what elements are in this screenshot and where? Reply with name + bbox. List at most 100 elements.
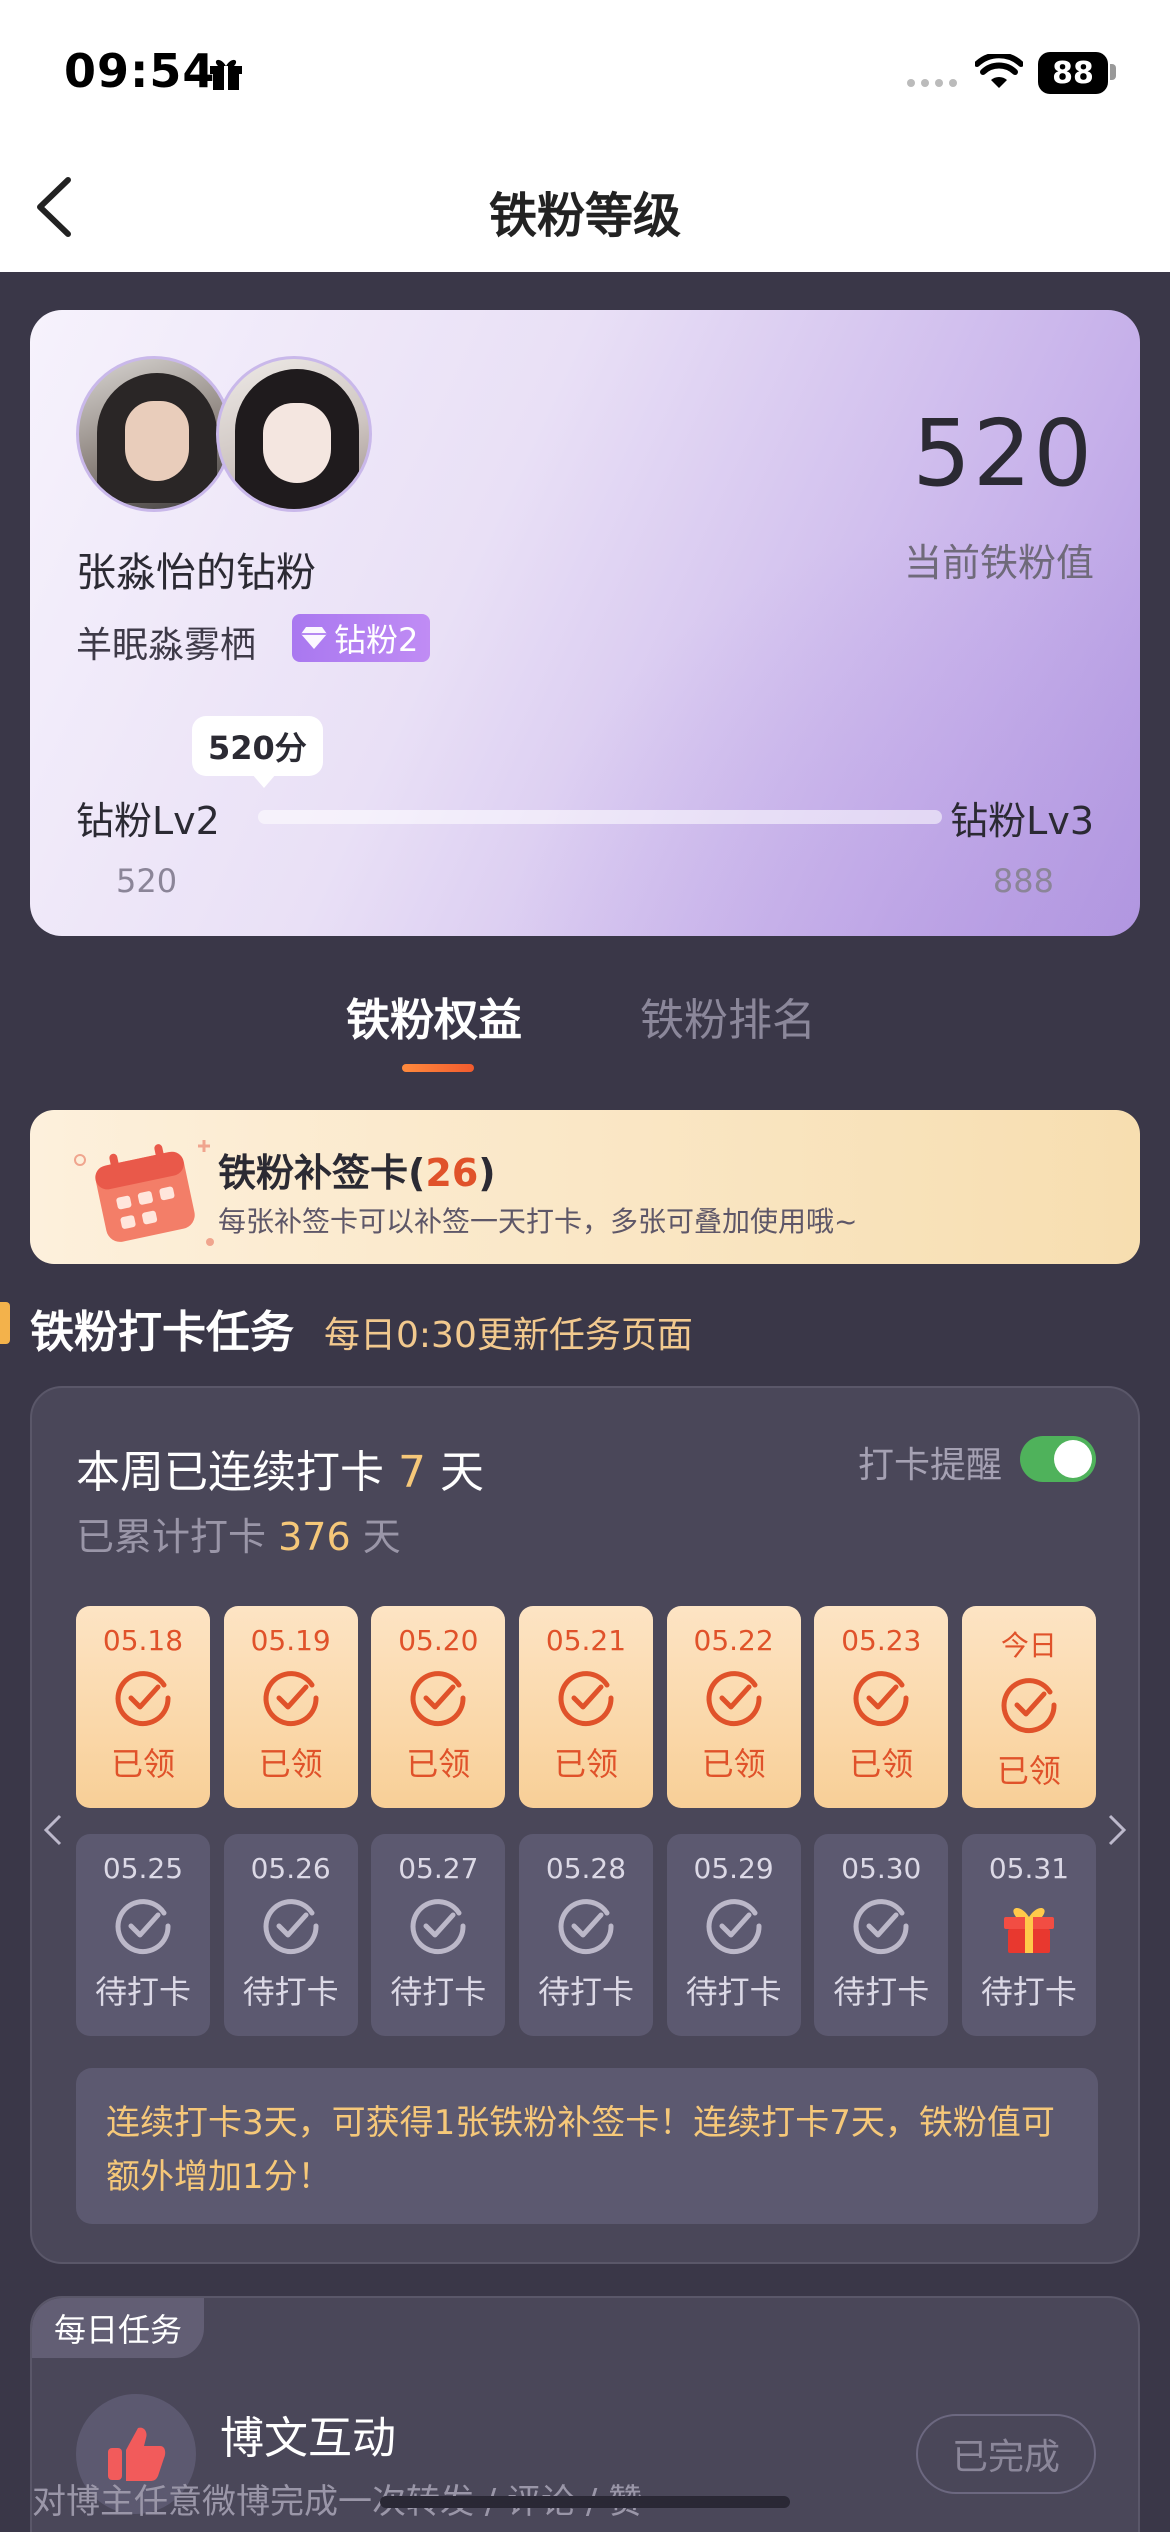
makeup-card-banner[interactable]: 铁粉补签卡(26) 每张补签卡可以补签一天打卡，多张可叠加使用哦~ [30, 1110, 1140, 1264]
checkin-day-date: 05.23 [841, 1624, 922, 1657]
check-circle-icon [410, 1899, 466, 1955]
checkin-day-status: 已领 [849, 1745, 914, 1783]
checkin-day-status: 待打卡 [833, 1973, 930, 2011]
streak-text: 本周已连续打卡 7 天 [76, 1447, 484, 1498]
checkin-day[interactable]: 05.22 已领 [666, 1606, 801, 1808]
fan-title: 张淼怡的钻粉 [76, 550, 316, 596]
checkin-day[interactable]: 05.21 已领 [518, 1606, 653, 1808]
gift-icon [1003, 1907, 1054, 1953]
checkin-day[interactable]: 05.26 待打卡 [223, 1834, 358, 2036]
checkin-section-subtitle: 每日0:30更新任务页面 [324, 1315, 693, 1356]
check-circle-icon [853, 1671, 909, 1727]
chevron-left-icon[interactable] [42, 1812, 64, 1848]
checkin-day[interactable]: 今日 已领 [961, 1606, 1096, 1808]
check-circle-icon [706, 1899, 762, 1955]
checkin-day-status: 待打卡 [537, 1973, 634, 2011]
checkin-day-date: 05.18 [102, 1624, 184, 1657]
checkin-day-date: 05.28 [545, 1852, 627, 1885]
battery-tip [1110, 64, 1116, 80]
checkin-day[interactable]: 05.29 待打卡 [666, 1834, 801, 2036]
status-time: 09:54 [64, 44, 216, 98]
checkin-day-date: 05.21 [545, 1624, 627, 1657]
check-circle-icon [706, 1671, 762, 1727]
checkin-day-status: 待打卡 [685, 1973, 782, 2011]
wifi-icon [975, 54, 1023, 88]
checkin-day-status: 已领 [553, 1745, 618, 1783]
next-level: 钻粉Lv3 [950, 799, 1094, 843]
chevron-right-icon[interactable] [1106, 1812, 1128, 1848]
checkin-day[interactable]: 05.20 已领 [371, 1606, 506, 1808]
tab-underline [402, 1064, 474, 1072]
checkin-day-status: 已领 [406, 1745, 471, 1783]
checkin-day-date: 05.19 [250, 1624, 331, 1657]
checkin-day-date: 05.30 [841, 1852, 922, 1885]
checkin-day[interactable]: 05.18 已领 [76, 1606, 210, 1808]
diamond-icon [301, 627, 327, 649]
score-bubble: 520分 [192, 716, 323, 776]
makeup-card-description: 每张补签卡可以补签一天打卡，多张可叠加使用哦~ [218, 1205, 858, 1238]
checkin-day-status: 已领 [996, 1752, 1061, 1790]
check-circle-icon [558, 1899, 614, 1955]
home-indicator [380, 2496, 790, 2508]
checkin-day[interactable]: 05.25 待打卡 [76, 1834, 210, 2036]
check-circle-icon [1001, 1678, 1057, 1734]
checkin-day[interactable]: 05.23 已领 [814, 1606, 949, 1808]
checkin-day-status: 已领 [258, 1745, 323, 1783]
check-circle-icon [410, 1671, 466, 1727]
battery-icon: 88 [1038, 52, 1108, 94]
checkin-day-date: 05.20 [398, 1624, 479, 1657]
page-title: 铁粉等级 [488, 188, 681, 244]
tab-fan-ranking[interactable]: 铁粉排名 [640, 984, 816, 1048]
checkin-day-status: 已领 [701, 1745, 766, 1783]
task-completed-button[interactable]: 已完成 [916, 2414, 1096, 2494]
checkin-days-grid: 05.18 已领 05.19 已领 05.20 已领 05.21 已领 05.22 已领 05.23… [76, 1606, 1098, 2036]
check-circle-icon [115, 1671, 171, 1727]
check-circle-icon [263, 1671, 319, 1727]
daily-task-tag: 每日任务 [32, 2298, 205, 2358]
check-circle-icon [558, 1671, 614, 1727]
checkin-day-date: 05.22 [693, 1624, 774, 1657]
checkin-day[interactable]: 05.28 待打卡 [518, 1834, 653, 2036]
fan-level-card: 520 当前铁粉值 张淼怡的钻粉 羊眠淼雾栖 钻粉2 520分 钻粉Lv2 钻粉… [30, 310, 1140, 936]
checkin-day-date: 05.25 [102, 1852, 184, 1885]
checkin-day-status: 待打卡 [980, 1973, 1077, 2011]
checkin-day[interactable]: 05.31 待打卡 [961, 1834, 1096, 2036]
checkin-day-status: 已领 [110, 1745, 175, 1783]
avatar[interactable] [216, 356, 372, 512]
owner-name: 羊眠淼雾栖 [76, 625, 257, 666]
checkin-tip: 连续打卡3天，可获得1张铁粉补签卡！连续打卡7天，铁粉值可额外增加1分！ [76, 2068, 1098, 2224]
checkin-day-date: 今日 [1000, 1629, 1057, 1662]
level-badge: 钻粉2 [292, 614, 431, 662]
score-bubble-tail [252, 774, 276, 788]
section-marker [0, 1302, 10, 1344]
gift-icon [210, 59, 242, 90]
reminder-toggle[interactable] [1020, 1436, 1096, 1482]
check-circle-icon [115, 1899, 171, 1955]
toggle-knob [1054, 1440, 1092, 1478]
checkin-card: 本周已连续打卡 7 天 已累计打卡 376 天 打卡提醒 05.18 已领 05.1… [30, 1386, 1140, 2264]
tab-fan-benefits[interactable]: 铁粉权益 [346, 984, 522, 1048]
checkin-day[interactable]: 05.19 已领 [223, 1606, 358, 1808]
checkin-day-status: 待打卡 [390, 1973, 487, 2011]
calendar-icon [74, 1140, 214, 1246]
checkin-day-date: 05.26 [250, 1852, 331, 1885]
checkin-day-date: 05.31 [988, 1852, 1070, 1885]
check-circle-icon [263, 1899, 319, 1955]
checkin-day[interactable]: 05.30 待打卡 [814, 1834, 949, 2036]
avatar[interactable] [76, 356, 232, 512]
checkin-day-status: 待打卡 [94, 1973, 191, 2011]
streak-days: 7 [398, 1447, 426, 1498]
checkin-day-date: 05.29 [693, 1852, 774, 1885]
total-checkin-days: 376 [278, 1515, 351, 1559]
signal-icon [907, 79, 957, 87]
daily-task-title: 博文互动 [220, 2413, 396, 2464]
checkin-day-status: 待打卡 [242, 1973, 339, 2011]
makeup-card-title: 铁粉补签卡(26) [218, 1151, 496, 1195]
check-circle-icon [853, 1899, 909, 1955]
checkin-day[interactable]: 05.27 待打卡 [371, 1834, 506, 2036]
fan-score: 520 [912, 400, 1094, 507]
fan-score-label: 当前铁粉值 [903, 541, 1094, 585]
reminder-label: 打卡提醒 [858, 1445, 1003, 1486]
current-level: 钻粉Lv2 [76, 799, 220, 843]
total-checkin-text: 已累计打卡 376 天 [76, 1515, 401, 1559]
